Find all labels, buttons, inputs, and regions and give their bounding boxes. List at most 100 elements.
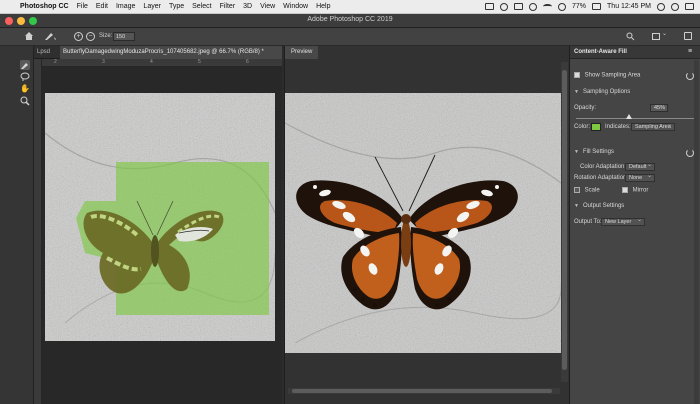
volume-icon[interactable] [558, 2, 567, 11]
hand-tool-icon[interactable]: ✋ [20, 84, 30, 94]
window-title-bar: Adobe Photoshop CC 2019 [0, 14, 700, 28]
wifi-icon[interactable] [543, 4, 553, 9]
tools-panel: ✋ [0, 46, 34, 404]
collapse-chevron-icon: ▼ [574, 89, 579, 95]
menu-edit[interactable]: Edit [92, 3, 112, 10]
indicates-label: Indicates: [605, 124, 631, 130]
share-icon[interactable] [684, 32, 692, 40]
menu-view[interactable]: View [256, 3, 279, 10]
document-tab-inactive[interactable]: Lpsd [34, 46, 58, 59]
preview-canvas[interactable] [284, 93, 562, 353]
brush-size-field[interactable]: 150 [113, 32, 135, 41]
window-title: Adobe Photoshop CC 2019 [307, 16, 393, 23]
collapse-chevron-icon: ▼ [574, 203, 579, 209]
color-label: Color: [574, 124, 591, 130]
menu-layer[interactable]: Layer [139, 3, 165, 10]
ruler-mark: 3 [102, 59, 105, 65]
mirror-row[interactable]: Mirror [622, 187, 648, 194]
brush-tool-preset-icon[interactable] [44, 31, 58, 43]
battery-percent[interactable]: 77% [572, 3, 586, 10]
ruler-mark: 5 [198, 59, 201, 65]
panel-header: Content-Aware Fill ≡ [570, 46, 700, 59]
indicates-dropdown[interactable]: Sampling Area [631, 122, 675, 131]
sampling-options-header[interactable]: ▼ Sampling Options [574, 89, 630, 95]
rotation-adaptation-label: Rotation Adaptation: [574, 175, 629, 181]
menu-app-name[interactable]: Photoshop CC [16, 3, 73, 10]
zoom-tool-icon[interactable] [20, 96, 30, 106]
panel-title: Content-Aware Fill [574, 49, 627, 55]
scale-checkbox[interactable] [574, 187, 580, 193]
show-sampling-area-row[interactable]: Show Sampling Area [574, 72, 640, 79]
photoshop-window: Photoshop CC File Edit Image Layer Type … [0, 0, 700, 404]
preview-horizontal-scrollbar[interactable] [288, 388, 560, 394]
screen-status-icon[interactable] [514, 3, 524, 10]
panel-menu-icon[interactable]: ≡ [688, 48, 692, 55]
workspace-icon[interactable] [652, 33, 660, 40]
spotlight-search-icon[interactable] [657, 2, 665, 11]
document-tab-active[interactable]: ButterflyDamagedwingModuzaProcris_107405… [60, 46, 282, 59]
output-to-label: Output To: [574, 219, 602, 225]
color-adaptation-label: Color Adaptation: [580, 164, 627, 170]
fill-settings-header[interactable]: ▼ Fill Settings [574, 149, 614, 155]
source-image-canvas[interactable] [44, 93, 276, 341]
user-icon[interactable] [671, 2, 679, 11]
mirror-label: Mirror [632, 187, 649, 194]
horizontal-ruler: 2 3 4 5 6 [42, 59, 282, 67]
add-to-selection-button[interactable]: + [74, 32, 83, 41]
menu-window[interactable]: Window [279, 3, 312, 10]
opacity-label: Opacity: [574, 105, 597, 111]
airplay-icon[interactable] [485, 3, 495, 10]
clock-status-icon[interactable] [500, 2, 509, 11]
rotation-adaptation-dropdown[interactable]: None [625, 173, 655, 182]
workspace-chevron-icon[interactable]: ⌄ [662, 30, 667, 37]
notification-center-icon[interactable] [685, 3, 694, 10]
output-settings-header[interactable]: ▼ Output Settings [574, 203, 624, 209]
sampling-color-swatch[interactable] [591, 123, 601, 131]
show-sampling-area-checkbox[interactable] [574, 72, 580, 78]
mirror-checkbox[interactable] [622, 187, 628, 193]
ruler-mark: 2 [54, 59, 57, 65]
sampling-brush-tool-icon[interactable] [20, 60, 30, 70]
ruler-mark: 6 [246, 59, 249, 65]
scale-label: Scale [584, 187, 600, 194]
source-image [44, 93, 276, 341]
sync-status-icon[interactable] [529, 2, 538, 11]
output-settings-title: Output Settings [582, 203, 625, 209]
options-bar: + − Size: 150 ⌄ [0, 28, 700, 46]
menu-type[interactable]: Type [165, 3, 188, 10]
panel-scrollbar[interactable] [694, 60, 699, 404]
menu-help[interactable]: Help [312, 3, 334, 10]
opacity-field[interactable]: 45% [650, 104, 668, 112]
reset-sampling-icon[interactable] [686, 72, 694, 80]
menubar-clock[interactable]: Thu 12:45 PM [607, 3, 651, 10]
preview-image [284, 93, 562, 353]
menu-filter[interactable]: Filter [216, 3, 240, 10]
scale-row[interactable]: Scale [574, 187, 600, 194]
scrollbar-thumb[interactable] [292, 389, 552, 393]
size-label: Size: [99, 33, 113, 39]
output-to-dropdown[interactable]: New Layer [601, 217, 645, 226]
battery-icon[interactable] [592, 3, 602, 10]
show-sampling-area-label: Show Sampling Area [584, 72, 641, 79]
subtract-from-selection-button[interactable]: − [86, 32, 95, 41]
content-aware-fill-panel: Content-Aware Fill ≡ Show Sampling Area … [570, 46, 700, 404]
fill-settings-title: Fill Settings [582, 149, 614, 155]
preview-vertical-scrollbar[interactable] [561, 62, 568, 382]
menu-select[interactable]: Select [188, 3, 215, 10]
color-adaptation-dropdown[interactable]: Default [625, 162, 655, 171]
document-tab-strip: Lpsd ButterflyDamagedwingModuzaProcris_1… [34, 46, 282, 59]
menu-file[interactable]: File [73, 3, 92, 10]
vertical-ruler [34, 59, 42, 404]
scrollbar-thumb[interactable] [562, 70, 567, 370]
lasso-tool-icon[interactable] [20, 72, 30, 82]
menu-3d[interactable]: 3D [239, 3, 256, 10]
opacity-slider-knob[interactable] [626, 114, 633, 119]
reset-fill-settings-icon[interactable] [686, 149, 694, 157]
collapse-chevron-icon: ▼ [574, 149, 579, 155]
menu-image[interactable]: Image [112, 3, 139, 10]
preview-tab[interactable]: Preview [285, 46, 319, 59]
home-icon[interactable] [24, 31, 34, 43]
sampling-options-title: Sampling Options [582, 89, 631, 95]
opacity-slider-track[interactable] [576, 118, 694, 119]
search-icon[interactable] [626, 32, 635, 43]
